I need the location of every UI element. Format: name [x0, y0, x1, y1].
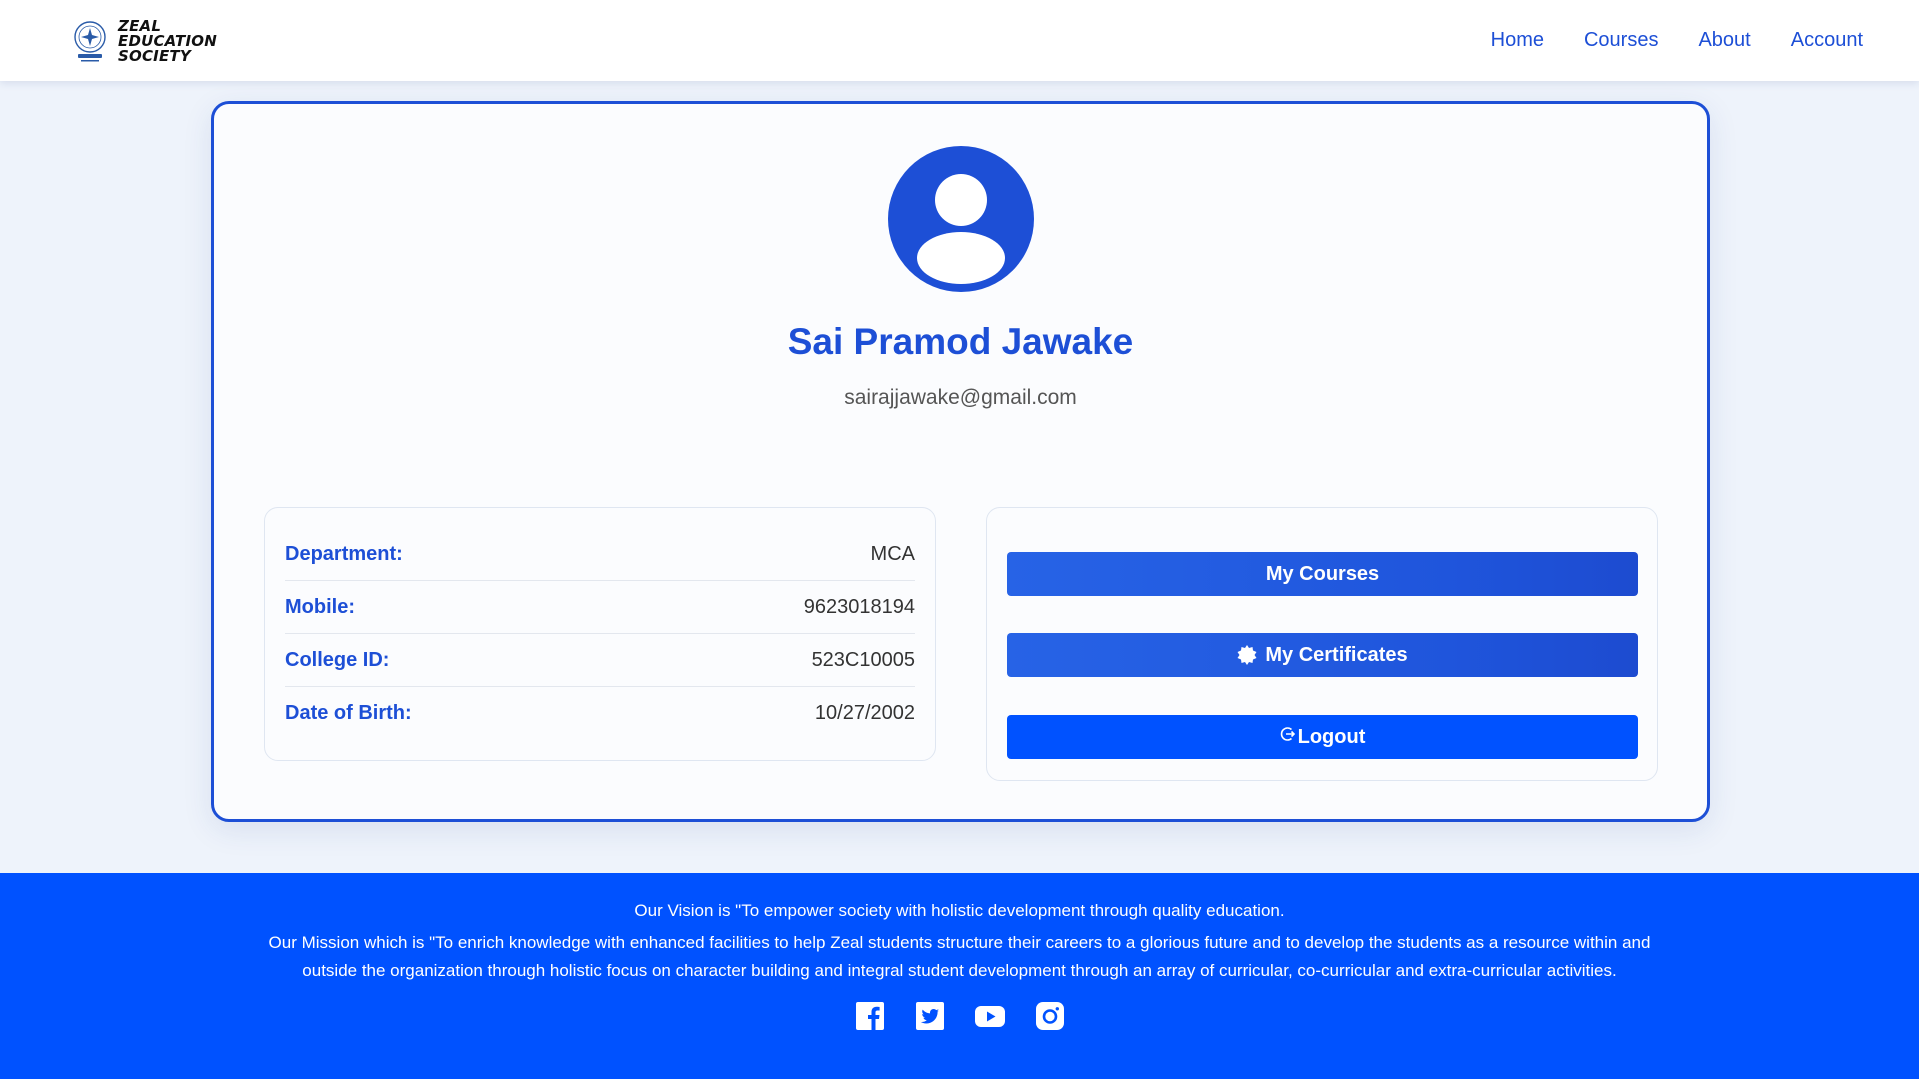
detail-value: MCA [870, 542, 915, 565]
twitter-icon [915, 1002, 944, 1030]
profile-email: sairajjawake@gmail.com [844, 386, 1077, 409]
youtube-icon [974, 1006, 1005, 1027]
nav-home[interactable]: Home [1491, 29, 1544, 52]
profile-card: Sai Pramod Jawake sairajjawake@gmail.com… [211, 101, 1710, 822]
brand-logo[interactable]: ZEAL EDUCATION SOCIETY [72, 16, 217, 66]
social-links [0, 1001, 1919, 1031]
detail-row-department: Department: MCA [285, 528, 915, 581]
nav-account[interactable]: Account [1791, 29, 1863, 52]
instagram-link[interactable] [1035, 1001, 1065, 1031]
nav-about[interactable]: About [1698, 29, 1750, 52]
main-nav: Home Courses About Account [1491, 0, 1863, 81]
nav-courses[interactable]: Courses [1584, 29, 1658, 52]
logout-icon [1280, 727, 1295, 741]
mission-statement: Our Mission which is "To enrich knowledg… [268, 933, 1651, 980]
facebook-icon [855, 1002, 884, 1030]
facebook-link[interactable] [855, 1001, 885, 1031]
detail-value: 10/27/2002 [814, 702, 915, 724]
user-avatar-icon [888, 146, 1034, 292]
instagram-icon [1035, 1002, 1064, 1030]
logout-button[interactable]: Logout [1007, 715, 1638, 759]
detail-label: Mobile: [285, 595, 355, 618]
profile-actions: My Courses My Certificates Logout [986, 507, 1658, 781]
detail-value: 523C10005 [811, 648, 915, 671]
twitter-link[interactable] [915, 1001, 945, 1031]
site-footer: Our Vision is "To empower society with h… [0, 873, 1919, 1079]
youtube-link[interactable] [974, 1001, 1005, 1031]
top-navbar: ZEAL EDUCATION SOCIETY Home Courses Abou… [0, 0, 1919, 81]
zeal-seal-logo [74, 21, 106, 62]
vision-statement: Our Vision is "To empower society with h… [634, 901, 1285, 920]
detail-label: Date of Birth: [285, 702, 412, 724]
detail-row-date-of-birth: Date of Birth: 10/27/2002 [285, 687, 915, 740]
my-courses-label: My Courses [1265, 562, 1380, 585]
profile-name: Sai Pramod Jawake [787, 321, 1134, 362]
detail-value: 9623018194 [803, 595, 915, 618]
certificate-badge-icon [1237, 645, 1257, 665]
brand-name: ZEAL EDUCATION SOCIETY [118, 18, 217, 65]
detail-label: College ID: [285, 648, 390, 671]
my-certificates-button[interactable]: My Certificates [1007, 633, 1638, 677]
brand-line-3: SOCIETY [118, 46, 191, 65]
my-courses-button[interactable]: My Courses [1007, 552, 1638, 596]
detail-label: Department: [285, 542, 403, 565]
detail-row-mobile: Mobile: 9623018194 [285, 581, 915, 634]
detail-row-college-id: College ID: 523C10005 [285, 634, 915, 687]
my-certificates-label: My Certificates [1265, 643, 1408, 666]
profile-details: Department: MCA Mobile: 9623018194 Colle… [264, 507, 936, 761]
logout-label: Logout [1297, 725, 1366, 748]
